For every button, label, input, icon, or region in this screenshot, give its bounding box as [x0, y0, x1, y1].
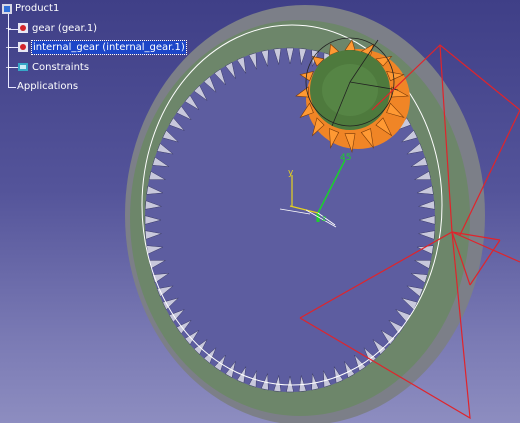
constraints-icon — [18, 63, 28, 71]
tree-item-label: Constraints — [32, 62, 90, 73]
tree-item-label: gear (gear.1) — [32, 23, 98, 34]
tree-item-label: internal_gear (internal_gear.1) — [31, 40, 187, 55]
product-icon — [2, 4, 12, 14]
expand-plus-icon[interactable]: + — [5, 25, 12, 33]
part-icon — [18, 23, 28, 33]
y-axis-label: y — [288, 168, 294, 178]
expand-plus-icon[interactable]: + — [5, 44, 12, 52]
tree-root-label: Product1 — [15, 3, 60, 14]
3d-viewport[interactable]: 45 y z Product1 + gear (gear.1) + intern… — [0, 0, 520, 423]
expand-plus-icon[interactable]: + — [5, 64, 12, 72]
part-icon — [18, 42, 28, 52]
compass-label: 45 — [340, 153, 351, 163]
z-axis-label: z — [322, 214, 326, 223]
specification-tree: Product1 + gear (gear.1) + internal_gear… — [0, 0, 200, 100]
tree-item-label: Applications — [17, 81, 79, 92]
